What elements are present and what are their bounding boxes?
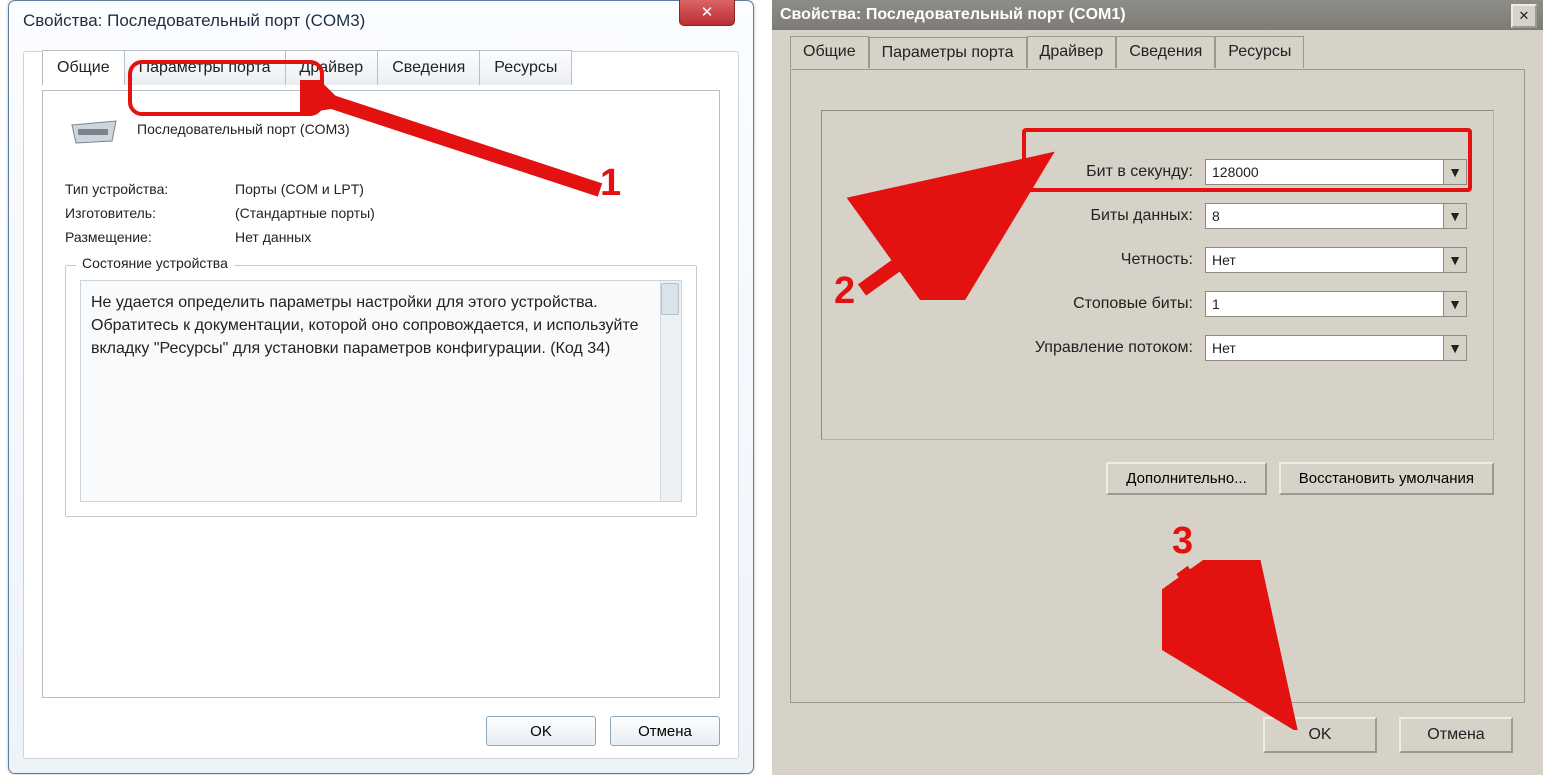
parity-label: Четность: [1121, 251, 1193, 269]
dialog-buttons: OK Отмена [24, 716, 720, 746]
ok-button[interactable]: OK [1263, 717, 1377, 753]
tab-bar: Общие Параметры порта Драйвер Сведения Р… [42, 50, 571, 85]
device-type-label: Тип устройства: [65, 181, 235, 197]
device-status-text[interactable]: Не удается определить параметры настройк… [80, 280, 682, 502]
window-title: Свойства: Последовательный порт (COM1) [772, 0, 1543, 30]
tab-resources[interactable]: Ресурсы [479, 50, 572, 85]
stop-bits-combo[interactable]: 1 ▼ [1205, 291, 1467, 317]
settings-frame: Бит в секунду: 128000 ▼ Биты данных: 8 ▼ [821, 110, 1494, 440]
device-status-title: Состояние устройства [76, 255, 234, 271]
close-button[interactable]: ✕ [1511, 4, 1537, 28]
flow-control-label: Управление потоком: [1035, 339, 1193, 357]
tab-page-general: Последовательный порт (COM3) Тип устройс… [42, 90, 720, 698]
dialog-buttons: OK Отмена [1263, 717, 1513, 753]
parity-combo[interactable]: Нет ▼ [1205, 247, 1467, 273]
tab-resources[interactable]: Ресурсы [1215, 36, 1304, 68]
tab-general[interactable]: Общие [42, 50, 125, 85]
location-label: Размещение: [65, 229, 235, 245]
dialog-body: Общие Параметры порта Драйвер Сведения Р… [780, 36, 1535, 767]
window-title: Свойства: Последовательный порт (COM3) [9, 1, 753, 41]
advanced-button[interactable]: Дополнительно... [1106, 462, 1266, 495]
properties-dialog-com1: Свойства: Последовательный порт (COM1) ✕… [772, 0, 1543, 775]
tab-details[interactable]: Сведения [377, 50, 480, 85]
tab-driver[interactable]: Драйвер [285, 50, 379, 85]
manufacturer-label: Изготовитель: [65, 205, 235, 221]
tab-port-settings[interactable]: Параметры порта [124, 50, 286, 85]
chevron-down-icon: ▼ [1443, 248, 1466, 272]
device-type-value: Порты (COM и LPT) [235, 181, 364, 197]
manufacturer-value: (Стандартные порты) [235, 205, 375, 221]
cancel-button[interactable]: Отмена [610, 716, 720, 746]
data-bits-combo[interactable]: 8 ▼ [1205, 203, 1467, 229]
stop-bits-label: Стоповые биты: [1073, 295, 1193, 313]
tab-general[interactable]: Общие [790, 36, 869, 68]
chevron-down-icon: ▼ [1443, 292, 1466, 316]
device-status-group: Состояние устройства Не удается определи… [65, 265, 697, 517]
close-button[interactable]: ✕ [679, 0, 735, 26]
chevron-down-icon: ▼ [1443, 204, 1466, 228]
flow-control-combo[interactable]: Нет ▼ [1205, 335, 1467, 361]
ok-button[interactable]: OK [486, 716, 596, 746]
serial-port-icon [65, 117, 123, 147]
close-icon: ✕ [1519, 8, 1530, 24]
restore-defaults-button[interactable]: Восстановить умолчания [1279, 462, 1494, 495]
tab-bar: Общие Параметры порта Драйвер Сведения Р… [790, 36, 1535, 68]
dialog-body: Общие Параметры порта Драйвер Сведения Р… [23, 51, 739, 759]
scroll-thumb[interactable] [661, 283, 679, 315]
device-name-label: Последовательный порт (COM3) [137, 117, 350, 147]
tab-page-port-settings: Бит в секунду: 128000 ▼ Биты данных: 8 ▼ [790, 69, 1525, 703]
chevron-down-icon: ▼ [1443, 160, 1466, 184]
tab-driver[interactable]: Драйвер [1027, 36, 1117, 68]
chevron-down-icon: ▼ [1443, 336, 1466, 360]
bits-per-second-combo[interactable]: 128000 ▼ [1205, 159, 1467, 185]
status-scrollbar[interactable] [660, 281, 681, 501]
cancel-button[interactable]: Отмена [1399, 717, 1513, 753]
bits-per-second-label: Бит в секунду: [1086, 163, 1193, 181]
tab-details[interactable]: Сведения [1116, 36, 1215, 68]
location-value: Нет данных [235, 229, 311, 245]
tab-port-settings[interactable]: Параметры порта [869, 37, 1027, 69]
properties-dialog-com3: Свойства: Последовательный порт (COM3) ✕… [8, 0, 754, 774]
data-bits-label: Биты данных: [1090, 207, 1193, 225]
close-icon: ✕ [701, 3, 714, 21]
